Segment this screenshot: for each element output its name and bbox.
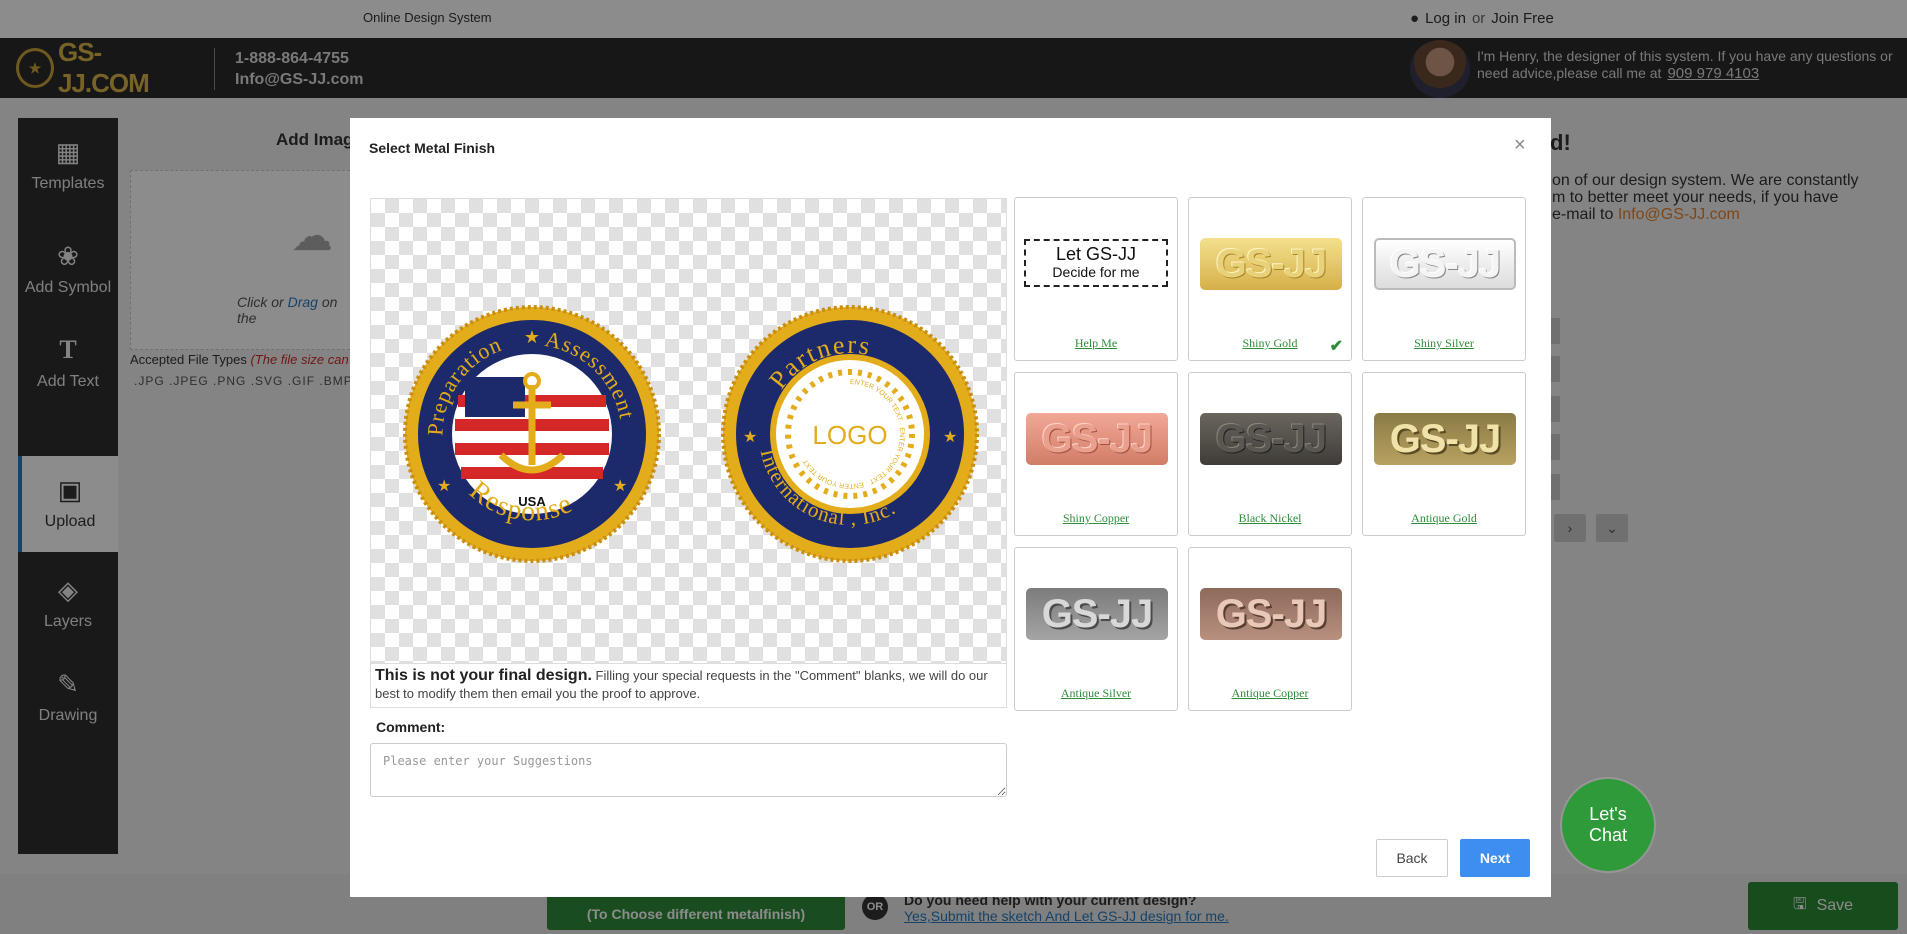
disclaimer-bold: This is not your final design. [375,667,592,684]
finish-swatch: GS-JJ [1026,588,1168,640]
finish-option-antique-gold[interactable]: GS-JJ Antique Gold [1362,372,1526,536]
finish-label[interactable]: Shiny Copper [1015,511,1177,526]
finish-option-black-nickel[interactable]: GS-JJ Black Nickel [1188,372,1352,536]
finish-label[interactable]: Antique Copper [1189,686,1351,701]
next-button[interactable]: Next [1460,839,1530,877]
finish-swatch: GS-JJ [1200,413,1342,465]
finish-swatch: GS-JJ [1200,238,1342,290]
finish-label[interactable]: Antique Silver [1015,686,1177,701]
back-button[interactable]: Back [1376,839,1448,877]
help-me-badge: Let GS-JJ Decide for me [1024,239,1168,287]
live-chat-button[interactable]: Let's Chat [1562,779,1654,871]
finish-option-shiny-gold[interactable]: GS-JJ Shiny Gold ✔ [1188,197,1352,361]
comment-input[interactable] [370,743,1007,797]
finish-label[interactable]: Shiny Gold [1189,336,1351,351]
finish-label[interactable]: Shiny Silver [1363,336,1525,351]
comment-label: Comment: [376,719,446,735]
metal-finish-dialog: Select Metal Finish × USA Preparation As… [350,118,1551,897]
finish-swatch: GS-JJ [1374,413,1516,465]
close-icon[interactable]: × [1514,134,1526,157]
coin-front: USA Preparation Assessment Response ★ ★ … [403,305,661,563]
finish-swatch: GS-JJ [1374,238,1516,290]
finish-option-shiny-silver[interactable]: GS-JJ Shiny Silver [1362,197,1526,361]
finish-label[interactable]: Black Nickel [1189,511,1351,526]
svg-text:★: ★ [613,478,627,495]
help-me-line-2: Decide for me [1052,264,1140,280]
finish-option-antique-copper[interactable]: GS-JJ Antique Copper [1188,547,1352,711]
finish-swatch: GS-JJ [1026,413,1168,465]
svg-text:★: ★ [524,327,540,347]
svg-text:★: ★ [743,429,757,446]
finish-option-help-me[interactable]: Let GS-JJ Decide for me Help Me [1014,197,1178,361]
finish-option-antique-silver[interactable]: GS-JJ Antique Silver [1014,547,1178,711]
finish-option-shiny-copper[interactable]: GS-JJ Shiny Copper [1014,372,1178,536]
preview-disclaimer: This is not your final design. Filling y… [370,664,1007,708]
finish-label[interactable]: Antique Gold [1363,511,1525,526]
chat-line-2: Chat [1588,825,1628,845]
finish-label[interactable]: Help Me [1015,336,1177,351]
finish-swatch: GS-JJ [1200,588,1342,640]
chat-line-1: Let's [1589,804,1627,824]
dialog-title: Select Metal Finish [369,140,496,156]
design-preview: USA Preparation Assessment Response ★ ★ … [370,198,1007,664]
coin-back: Partners International , Inc. ENTER YOUR… [721,305,979,563]
coin2-logo-text: LOGO [812,420,887,450]
svg-text:★: ★ [943,429,957,446]
help-me-line-1: Let GS-JJ [1055,244,1137,264]
svg-text:★: ★ [437,478,451,495]
check-icon: ✔ [1329,338,1343,355]
